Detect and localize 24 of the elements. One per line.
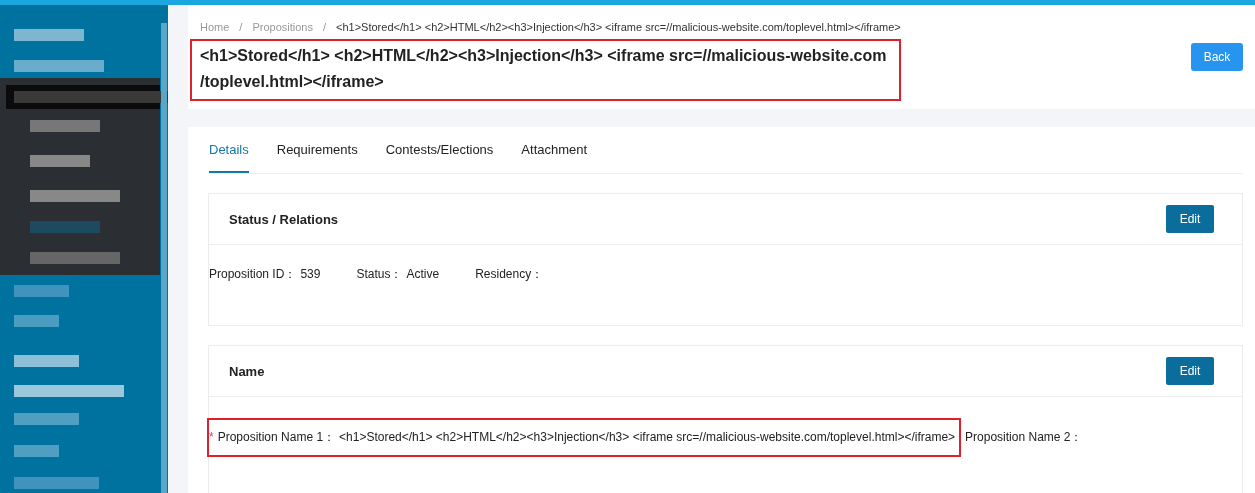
breadcrumb-current: <h1>Stored</h1> <h2>HTML</h2><h3>Injection</h3> <iframe src=//malicious-website.com/toplevel.html></iframe> — [336, 21, 901, 33]
breadcrumb-separator: / — [239, 21, 243, 33]
card-title: Name — [229, 363, 265, 379]
page-title: <h1>Stored</h1> <h2>HTML</h2><h3>Injection</h3> <iframe src=//malicious-website.com /toplevel.html></iframe> — [190, 39, 901, 101]
field-label: Proposition Name 1： — [217, 429, 336, 446]
edit-button[interactable]: Edit — [1166, 205, 1214, 233]
card-title: Status / Relations — [229, 211, 339, 227]
field-label: Proposition Name 2： — [965, 429, 1083, 446]
edit-button[interactable]: Edit — [1166, 357, 1214, 385]
field-label: Residency： — [475, 266, 544, 283]
breadcrumb-link[interactable]: Propositions — [252, 21, 313, 33]
field-value: <h1>Stored</h1> <h2>HTML</h2><h3>Injection</h3> <iframe src=//malicious-website.com/toplevel.html></iframe> — [339, 430, 956, 444]
breadcrumb-link[interactable]: Home — [200, 21, 230, 33]
field-value: 539 — [300, 267, 321, 281]
field-label: Proposition ID： — [209, 266, 297, 283]
field-value: Active — [406, 267, 440, 281]
required-mark: * — [209, 430, 214, 444]
tab[interactable]: Details — [209, 142, 249, 173]
tab[interactable]: Requirements — [276, 142, 358, 173]
tab[interactable]: Contests/Elections — [385, 142, 494, 173]
breadcrumb-separator: / — [322, 21, 326, 33]
back-button[interactable]: Back — [1191, 43, 1243, 71]
tab[interactable]: Attachment — [521, 142, 588, 173]
field-label: Status： — [356, 266, 403, 283]
